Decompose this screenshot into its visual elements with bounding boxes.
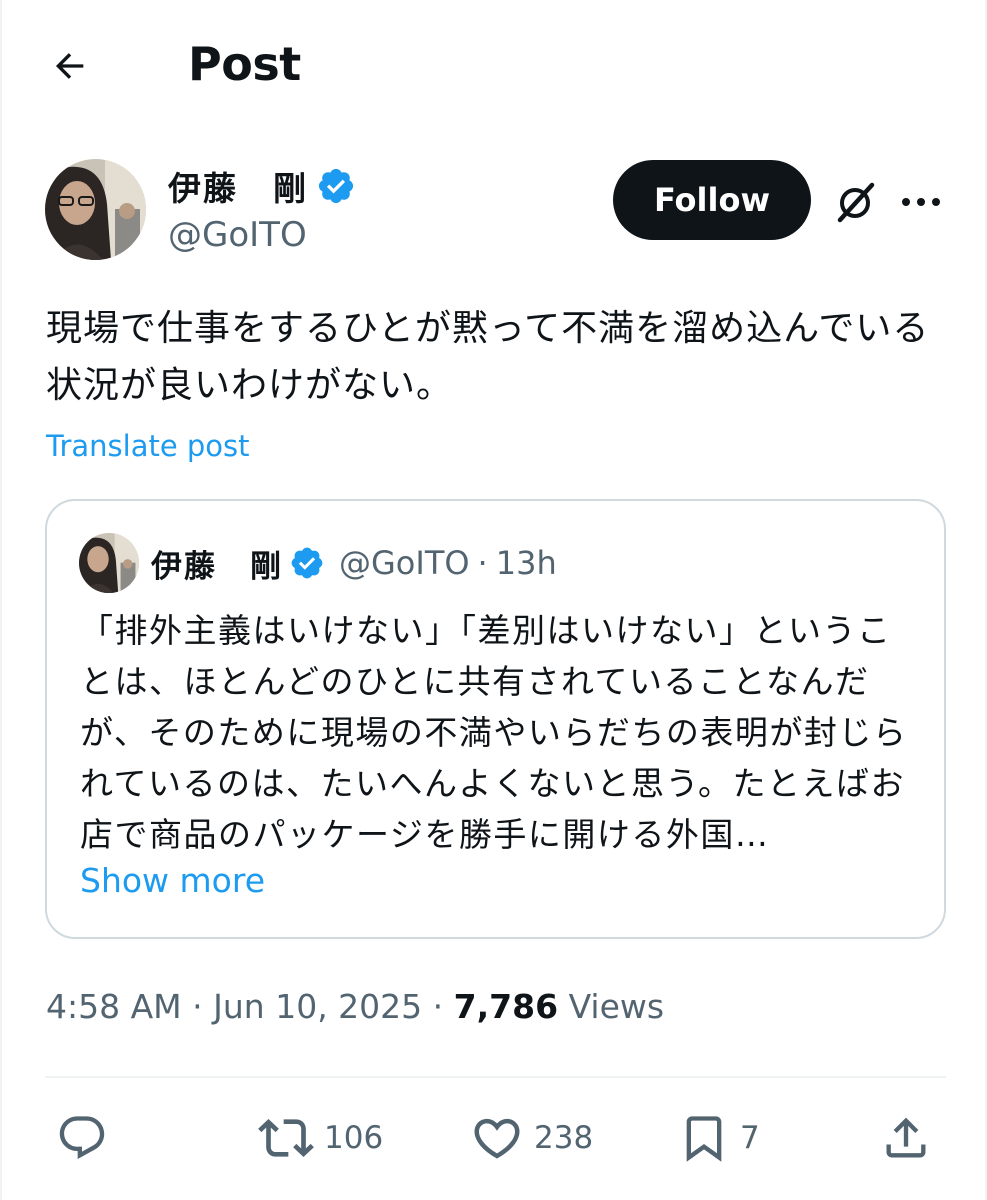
author-handle[interactable]: @GoITO — [168, 213, 307, 257]
separator-dot: · — [192, 987, 203, 1026]
post-text: 現場で仕事をするひとが黙って不満を溜め込んでいる状況が良いわけがない。 — [46, 308, 930, 406]
retweet-count: 106 — [324, 1120, 384, 1156]
quote-text: 「排外主義はいけない」「差別はいけない」ということは、ほとんどのひとに共有されて… — [80, 611, 908, 854]
like-count: 238 — [534, 1120, 594, 1156]
quote-avatar-image — [79, 533, 139, 593]
author-name: 伊藤 剛 — [168, 169, 308, 208]
separator-dot: · — [477, 544, 488, 582]
retweet-icon — [258, 1119, 314, 1157]
avatar-image — [45, 159, 146, 260]
more-options-button[interactable] — [895, 180, 947, 224]
more-horizontal-icon — [902, 198, 940, 206]
post-time[interactable]: 4:58 AM — [46, 987, 182, 1026]
quoted-post[interactable]: 伊藤 剛 @GoITO · 13h 「排外主義はいけない」「差別はいけない」とい… — [45, 499, 946, 939]
reply-icon — [59, 1116, 105, 1160]
post-page: Post 伊藤 剛 @GoITO Follow 現場で仕事をするひとが黙って不満… — [0, 0, 987, 1200]
avatar[interactable] — [45, 159, 146, 260]
verified-badge-icon — [318, 168, 354, 204]
grok-button[interactable] — [830, 176, 882, 228]
retweet-button[interactable]: 106 — [258, 1108, 383, 1168]
like-button[interactable]: 238 — [470, 1108, 593, 1168]
bookmark-count: 7 — [740, 1120, 760, 1156]
post-meta: 4:58 AM · Jun 10, 2025 · 7,786 Views — [46, 985, 664, 1029]
page-title: Post — [188, 37, 301, 91]
verified-badge-icon — [291, 547, 323, 579]
bookmark-icon — [686, 1116, 722, 1162]
share-icon — [886, 1117, 926, 1158]
quote-timestamp: 13h — [495, 544, 557, 582]
bookmark-button[interactable]: 7 — [678, 1108, 760, 1168]
arrow-left-icon — [55, 53, 84, 79]
author-name-row[interactable]: 伊藤 剛 — [168, 162, 356, 210]
divider — [45, 1076, 946, 1078]
show-more-link[interactable]: Show more — [80, 859, 265, 903]
heart-icon — [474, 1118, 520, 1159]
views-label: Views — [568, 987, 665, 1026]
grok-icon — [837, 182, 875, 223]
translate-post-link[interactable]: Translate post — [46, 426, 250, 466]
quote-author-name: 伊藤 剛 — [151, 548, 283, 585]
views-count: 7,786 — [453, 987, 559, 1026]
post-date[interactable]: Jun 10, 2025 — [213, 987, 422, 1026]
reply-button[interactable] — [56, 1108, 118, 1168]
quote-author-handle: @GoITO — [339, 544, 470, 582]
back-button[interactable] — [42, 38, 98, 94]
quote-header: 伊藤 剛 @GoITO · 13h — [151, 541, 557, 585]
separator-dot: · — [432, 987, 444, 1026]
share-button[interactable] — [880, 1108, 942, 1168]
quote-avatar[interactable] — [79, 533, 139, 593]
follow-button[interactable]: Follow — [613, 160, 811, 240]
